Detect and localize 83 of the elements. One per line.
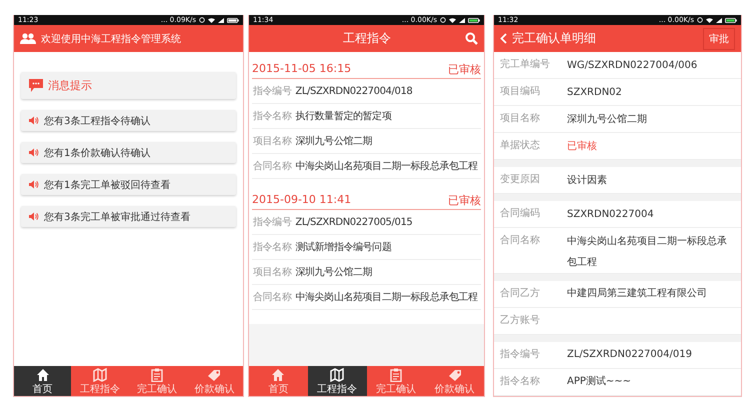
field-value: 中建四局第三建筑工程有限公司 xyxy=(567,286,708,301)
tab[interactable]: 价款确认 xyxy=(186,366,243,396)
approve-button[interactable]: 审批 xyxy=(703,28,735,50)
field-label: 合同编码 xyxy=(500,206,541,221)
tab[interactable]: 首页 xyxy=(249,366,308,396)
speaker-icon xyxy=(29,212,39,221)
tag-icon xyxy=(448,368,462,382)
alarm-icon xyxy=(440,17,446,23)
field-label: 指令名称 xyxy=(500,374,541,388)
notice-item[interactable]: 您有1条价款确认待确认 xyxy=(21,142,236,163)
field-value: APP测试~~~ xyxy=(567,374,632,389)
chat-bubble-icon xyxy=(29,79,43,92)
message-title: 消息提示 xyxy=(48,78,92,93)
notice-item[interactable]: 您有3条工程指令待确认 xyxy=(21,110,236,131)
header-title: 欢迎使用中海工程指令管理系统 xyxy=(41,32,181,46)
field-label: 指令编号 xyxy=(500,348,541,362)
field-label: 合同乙方 xyxy=(500,286,541,300)
wifi-icon xyxy=(706,18,713,22)
field-value: SZXRDN0227004 xyxy=(567,208,655,222)
field-value: ZL/SZXRDN0227004/019 xyxy=(567,348,693,362)
clipboard-icon xyxy=(150,368,164,382)
field-label: 项目名称 xyxy=(253,135,292,148)
wifi-icon xyxy=(449,18,456,22)
home-icon xyxy=(36,368,50,382)
field-value: ZL/SZXRDN0227004/018 xyxy=(295,86,412,96)
field-value: 中海尖岗山名苑项目二期一标段总承包工程 xyxy=(295,160,478,173)
field-label: 指令编号 xyxy=(253,216,292,229)
tab[interactable]: 价款确认 xyxy=(425,366,484,396)
record-status: 已审核 xyxy=(448,62,481,77)
field-value: 中海尖岗山名苑项目二期一标段总承包工程 xyxy=(567,234,728,270)
field-label: 乙方账号 xyxy=(500,314,541,328)
people-icon xyxy=(20,32,36,44)
field-label: 变更原因 xyxy=(500,172,541,187)
field-label: 合同名称 xyxy=(253,291,292,304)
tab[interactable]: 工程指令 xyxy=(308,366,366,396)
field-label: 项目编码 xyxy=(500,84,541,99)
record-date: 2015-11-05 16:15 xyxy=(252,62,352,77)
alarm-icon xyxy=(199,17,205,23)
tab[interactable]: 工程指令 xyxy=(71,366,128,396)
field-label: 项目名称 xyxy=(500,112,541,126)
speaker-icon xyxy=(29,148,39,157)
signal-icon xyxy=(459,18,465,22)
field-label: 指令名称 xyxy=(253,240,292,254)
status-value: 已审核 xyxy=(567,140,598,154)
wifi-icon xyxy=(208,18,215,22)
alarm-icon xyxy=(697,17,703,23)
field-value: 深圳九号公馆二期 xyxy=(567,112,648,126)
back-icon[interactable] xyxy=(500,33,507,44)
speaker-icon xyxy=(29,116,39,125)
field-label: 项目名称 xyxy=(253,266,292,279)
signal-icon xyxy=(716,18,722,22)
field-value: WG/SZXRDN0227004/006 xyxy=(567,58,698,72)
field-value: 设计因素 xyxy=(567,174,608,188)
tab[interactable]: 首页 xyxy=(14,366,72,396)
header-title: 完工确认单明细 xyxy=(512,30,597,47)
field-label: 合同名称 xyxy=(500,234,541,248)
map-icon xyxy=(92,368,107,382)
header-title: 工程指令 xyxy=(342,30,392,47)
field-value: 中海尖岗山名苑项目二期一标段总承包工程 xyxy=(295,290,478,304)
field-label: 指令编号 xyxy=(253,84,292,98)
field-value: SZXRDN02 xyxy=(567,86,623,100)
search-icon[interactable] xyxy=(465,32,478,45)
notice-item[interactable]: 您有1条完工单被驳回待查看 xyxy=(21,174,236,195)
speaker-icon xyxy=(29,180,39,189)
field-label: 合同名称 xyxy=(253,160,292,173)
field-value: ZL/SZXRDN0227005/015 xyxy=(295,216,412,228)
record-date: 2015-09-10 11:41 xyxy=(252,193,352,208)
tab[interactable]: 完工确认 xyxy=(366,366,426,396)
signal-icon xyxy=(218,18,224,22)
home-icon xyxy=(271,368,286,382)
record-status: 已审核 xyxy=(448,193,481,208)
clipboard-icon xyxy=(388,368,403,382)
field-label: 单据状态 xyxy=(500,138,541,153)
field-value: 测试新增指令编号问题 xyxy=(295,240,392,254)
field-label: 完工单编号 xyxy=(500,58,551,72)
map-icon xyxy=(330,368,344,382)
notice-item[interactable]: 您有3条完工单被审批通过待查看 xyxy=(21,206,236,227)
tab[interactable]: 完工确认 xyxy=(128,366,186,396)
field-value: 执行数量暂定的暂定项 xyxy=(295,110,392,123)
field-value: 深圳九号公馆二期 xyxy=(295,266,372,279)
field-value: 深圳九号公馆二期 xyxy=(295,134,372,148)
field-label: 指令名称 xyxy=(253,110,292,123)
tag-icon xyxy=(207,368,222,382)
